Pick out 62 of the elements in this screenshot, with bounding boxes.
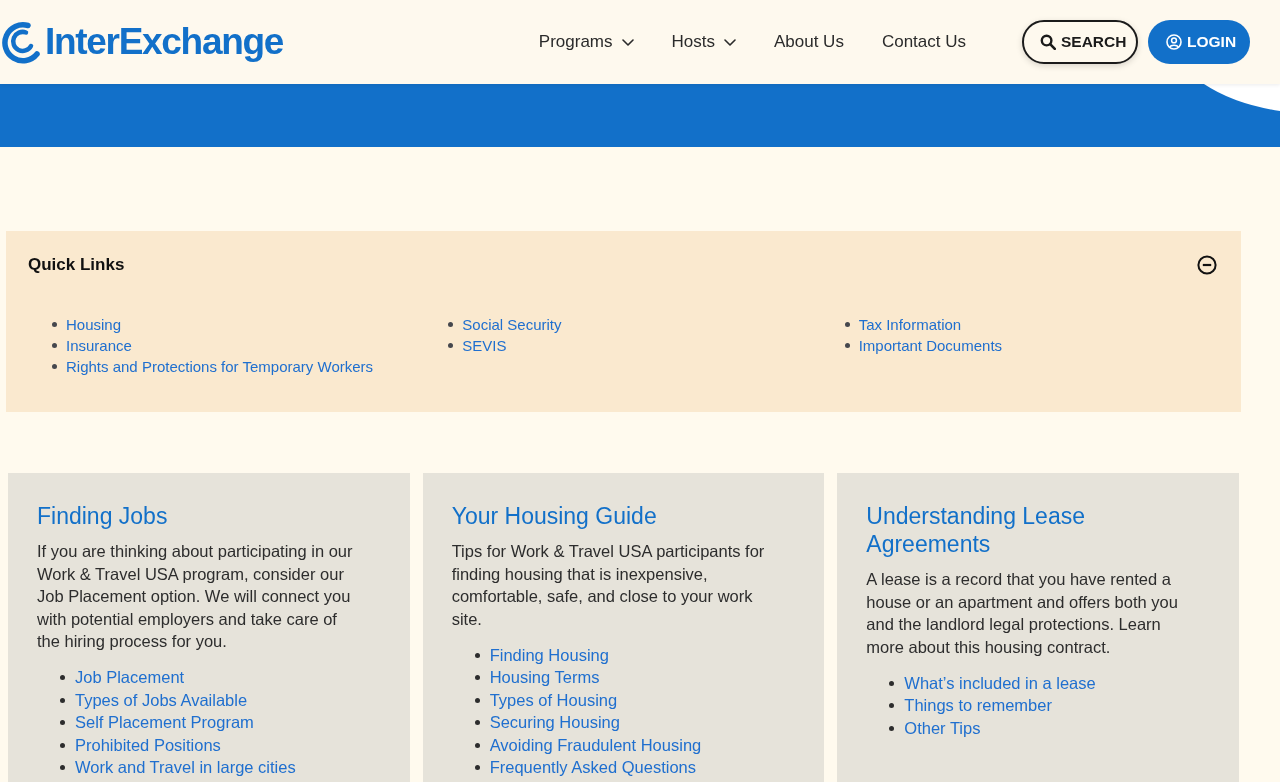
quick-link[interactable]: SEVIS xyxy=(462,337,507,354)
card-link[interactable]: What’s included in a lease xyxy=(904,673,1096,693)
login-button[interactable]: LOGIN xyxy=(1148,20,1250,64)
nav-link[interactable]: Contact Us xyxy=(881,32,966,52)
bullet-icon xyxy=(52,322,57,327)
card-link[interactable]: Things to remember xyxy=(904,696,1052,716)
search-icon xyxy=(1040,34,1056,50)
bullet-icon xyxy=(448,322,454,327)
quick-link[interactable]: Insurance xyxy=(66,337,132,354)
card-description: If you are thinking about participating in our Work & Travel USA program, consider our Job Placement option. We will connect you with potential employers and take care of the hiring process for you. xyxy=(37,541,354,652)
nav-link[interactable]: About Us xyxy=(773,32,844,52)
card-link[interactable]: Job Placement xyxy=(75,668,185,688)
bullet-icon xyxy=(52,364,57,369)
card-link[interactable]: Frequently Asked Questions xyxy=(489,758,697,778)
card-link[interactable]: Work and Travel in large cities xyxy=(75,758,296,778)
bullet-icon xyxy=(889,725,895,731)
chevron-down-icon xyxy=(723,38,736,46)
bullet-icon xyxy=(889,703,895,709)
minus-circle-icon[interactable] xyxy=(1197,255,1217,275)
card-description: A lease is a record that you have rented a house or an apartment and offers both you and the landlord legal protections. Learn more about this housing contract. xyxy=(866,569,1179,658)
bullet-icon xyxy=(474,697,480,703)
card-link[interactable]: Self Placement Program xyxy=(75,713,254,733)
card-title-link[interactable]: Your Housing Guide xyxy=(451,502,782,530)
search-button[interactable]: SEARCH xyxy=(1022,20,1138,64)
quick-link[interactable]: Housing xyxy=(66,316,122,333)
bullet-icon xyxy=(889,680,895,686)
card-link[interactable]: Finding Housing xyxy=(489,645,609,665)
bullet-icon xyxy=(60,675,65,681)
bullet-icon xyxy=(60,697,65,703)
bullet-icon xyxy=(474,742,480,748)
card-link[interactable]: Other Tips xyxy=(904,718,981,738)
bullet-icon xyxy=(474,765,480,771)
nav-menu-button[interactable]: Hosts xyxy=(671,32,736,52)
logo-swirl-icon xyxy=(0,20,40,64)
card-title-link[interactable]: Finding Jobs xyxy=(37,502,367,530)
quick-link[interactable]: Social Security xyxy=(462,316,562,333)
card-description: Tips for Work & Travel USA participants for finding housing that is inexpensive, comfortable, safe, and close to your work site. xyxy=(451,541,766,630)
bullet-icon xyxy=(60,720,65,726)
card-link[interactable]: Securing Housing xyxy=(489,713,620,733)
card-link[interactable]: Prohibited Positions xyxy=(75,735,221,755)
bullet-icon xyxy=(60,765,65,771)
nav-menu-button[interactable]: Programs xyxy=(538,32,634,52)
user-circle-icon xyxy=(1166,34,1182,50)
logo-wordmark[interactable]: InterExchange xyxy=(45,20,284,64)
bullet-icon xyxy=(448,343,454,348)
card-link[interactable]: Types of Jobs Available xyxy=(75,690,248,710)
card-link[interactable]: Types of Housing xyxy=(489,690,618,710)
card-link[interactable]: Housing Terms xyxy=(489,668,600,688)
chevron-down-icon xyxy=(621,38,634,46)
card-link[interactable]: Avoiding Fraudulent Housing xyxy=(489,735,702,755)
quick-link[interactable]: Rights and Protections for Temporary Workers xyxy=(66,358,374,375)
bullet-icon xyxy=(52,343,57,348)
bullet-icon xyxy=(60,742,65,748)
bullet-icon xyxy=(474,675,480,681)
bullet-icon xyxy=(844,322,850,327)
bullet-icon xyxy=(844,343,850,348)
bullet-icon xyxy=(474,720,480,726)
card-title-link[interactable]: Understanding Lease Agreements xyxy=(866,502,1197,558)
quick-link[interactable]: Tax Information xyxy=(858,316,962,333)
bullet-icon xyxy=(474,652,480,658)
panel-title: Quick Links xyxy=(28,255,125,275)
quick-link[interactable]: Important Documents xyxy=(858,337,1003,354)
